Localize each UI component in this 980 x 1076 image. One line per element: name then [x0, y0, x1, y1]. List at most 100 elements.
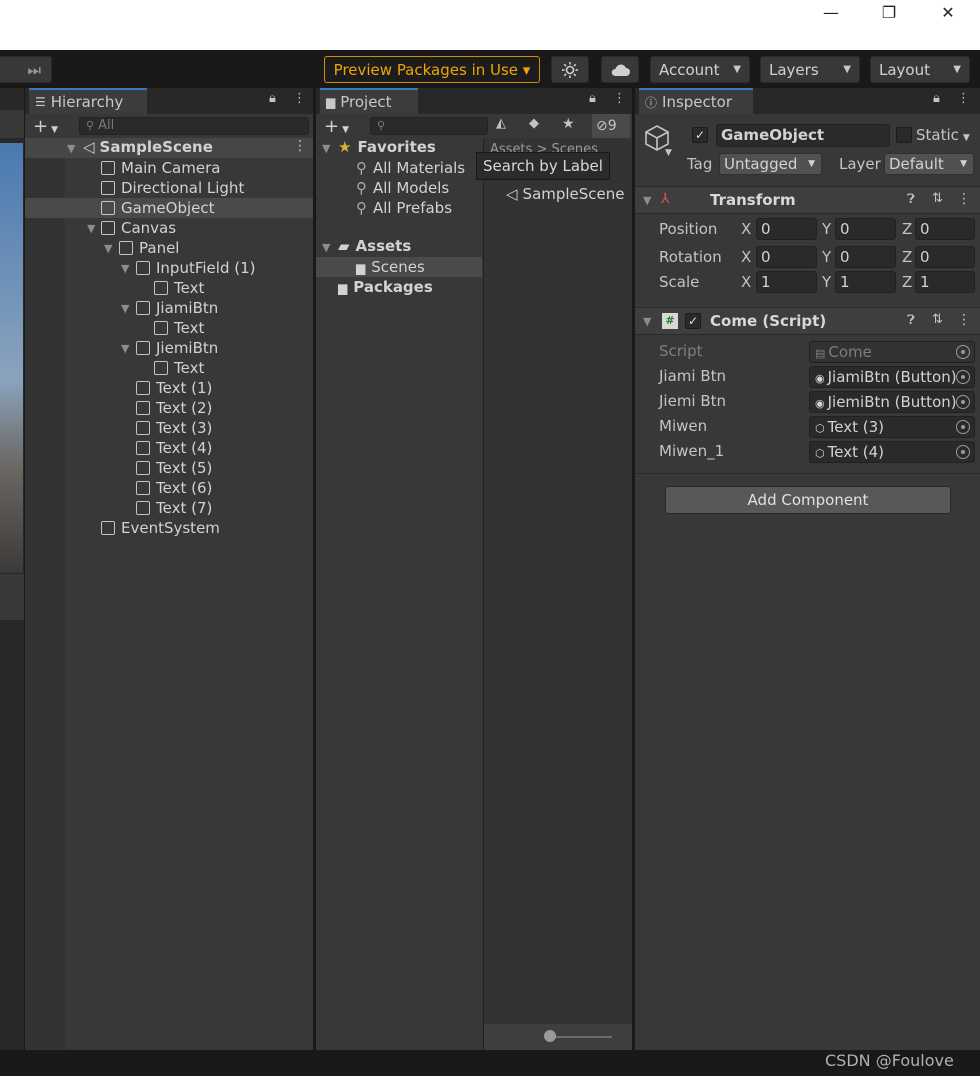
object-picker-icon[interactable] [956, 445, 970, 459]
project-search-input[interactable]: ⚲ [370, 117, 488, 135]
scene-node[interactable]: ◁ SampleScene [83, 137, 213, 157]
packages-folder[interactable]: ▆ Packages [338, 277, 433, 297]
scenes-folder[interactable]: ▆ Scenes [356, 257, 425, 277]
favorites-node[interactable]: ★ Favorites [338, 137, 436, 157]
lock-icon[interactable]: 🔒︎ [589, 91, 596, 106]
object-picker-icon[interactable] [956, 420, 970, 434]
scale-x-field[interactable]: 1 [756, 271, 817, 293]
add-component-button[interactable]: Add Component [665, 486, 951, 514]
expand-triangle[interactable]: ▼ [643, 194, 651, 207]
search-by-type-icon[interactable]: ◭ [496, 116, 520, 136]
rotation-y-field[interactable]: 0 [835, 246, 896, 268]
position-x-field[interactable]: 0 [756, 218, 817, 240]
static-dropdown[interactable]: Static ▼ [916, 125, 970, 148]
step-button[interactable]: ⏭ [0, 56, 52, 83]
object-picker-icon[interactable] [956, 370, 970, 384]
more-icon[interactable]: ⋮ [613, 91, 626, 106]
miwen-1-field[interactable]: ⬡ Text (4) [809, 441, 975, 463]
close-button[interactable]: ✕ [925, 0, 971, 24]
rotation-x-field[interactable]: 0 [756, 246, 817, 268]
layout-dropdown[interactable]: Layout ▼ [870, 56, 970, 83]
restore-button[interactable]: ❐ [866, 0, 912, 24]
services-icon[interactable] [551, 56, 589, 83]
scene-menu-icon[interactable]: ⋮ [293, 138, 307, 154]
presets-icon[interactable]: ⇅ [932, 312, 943, 327]
tree-node[interactable]: Text (6) [136, 478, 212, 498]
tree-node[interactable]: Text [154, 318, 204, 338]
miwen-field[interactable]: ⬡ Text (3) [809, 416, 975, 438]
tag-dropdown[interactable]: Untagged ▼ [719, 153, 822, 175]
tree-node[interactable]: Directional Light [101, 178, 244, 198]
expand-triangle[interactable]: ▼ [121, 342, 129, 355]
tree-node[interactable]: Text (7) [136, 498, 212, 518]
hierarchy-search-input[interactable]: ⚲ All [79, 117, 309, 135]
jiami-btn-field[interactable]: ◉ JiamiBtn (Button) [809, 366, 975, 388]
scale-z-field[interactable]: 1 [915, 271, 975, 293]
tab-inspector[interactable]: ⓘ Inspector [639, 88, 753, 114]
layer-dropdown[interactable]: Default ▼ [884, 153, 974, 175]
expand-triangle[interactable]: ▼ [87, 222, 95, 235]
object-name-field[interactable]: GameObject [716, 124, 890, 147]
expand-triangle[interactable]: ▼ [322, 142, 330, 155]
component-menu-icon[interactable]: ⋮ [957, 312, 971, 328]
tree-node[interactable]: Canvas [101, 218, 176, 238]
tree-node[interactable]: EventSystem [101, 518, 220, 538]
expand-triangle[interactable]: ▼ [67, 142, 75, 155]
rotation-z-field[interactable]: 0 [915, 246, 975, 268]
expand-triangle[interactable]: ▼ [121, 302, 129, 315]
favorite-item[interactable]: ⚲ All Models [356, 178, 449, 198]
tree-node[interactable]: Text (4) [136, 438, 212, 458]
favorite-item[interactable]: ⚲ All Prefabs [356, 198, 452, 218]
static-checkbox[interactable] [896, 127, 912, 143]
favorite-item[interactable]: ⚲ All Materials [356, 158, 465, 178]
component-menu-icon[interactable]: ⋮ [957, 191, 971, 207]
tree-node[interactable]: Text [154, 358, 204, 378]
help-icon[interactable]: ❓︎ [907, 192, 915, 207]
account-dropdown[interactable]: Account ▼ [650, 56, 750, 83]
create-button[interactable]: + ▼ [324, 116, 349, 137]
jiemi-btn-field[interactable]: ◉ JiemiBtn (Button) [809, 391, 975, 413]
expand-triangle[interactable]: ▼ [104, 242, 112, 255]
position-y-field[interactable]: 0 [835, 218, 896, 240]
transform-header[interactable]: ▼ ⅄ Transform ❓︎ ⇅ ⋮ [635, 186, 980, 214]
tree-node[interactable]: GameObject [101, 198, 215, 218]
tab-project[interactable]: ▆ Project [320, 88, 418, 114]
add-button[interactable]: + ▼ [33, 116, 58, 137]
object-picker-icon[interactable] [956, 395, 970, 409]
tree-node[interactable]: InputField (1) [136, 258, 255, 278]
presets-icon[interactable]: ⇅ [932, 191, 943, 206]
lock-icon[interactable]: 🔒︎ [933, 91, 940, 106]
layers-dropdown[interactable]: Layers ▼ [760, 56, 860, 83]
minimize-button[interactable]: — [808, 0, 854, 24]
zoom-slider-handle[interactable] [544, 1030, 556, 1042]
tree-node[interactable]: Text [154, 278, 204, 298]
tree-node[interactable]: Text (1) [136, 378, 212, 398]
hidden-packages-toggle[interactable]: ⊘9 [592, 114, 630, 138]
help-icon[interactable]: ❓︎ [907, 313, 915, 328]
tree-node[interactable]: Text (5) [136, 458, 212, 478]
expand-triangle[interactable]: ▼ [322, 241, 330, 254]
assets-folder[interactable]: ▰ Assets [338, 236, 411, 256]
tree-node[interactable]: JiamiBtn [136, 298, 218, 318]
search-by-label-icon[interactable]: ◆ [529, 116, 553, 136]
component-enabled-checkbox[interactable]: ✓ [685, 313, 701, 329]
icon-dropdown-caret[interactable]: ▼ [665, 148, 672, 158]
tree-node[interactable]: Text (3) [136, 418, 212, 438]
expand-triangle[interactable]: ▼ [643, 315, 651, 328]
more-icon[interactable]: ⋮ [957, 91, 970, 106]
position-z-field[interactable]: 0 [915, 218, 975, 240]
tree-node[interactable]: Main Camera [101, 158, 220, 178]
tree-node[interactable]: Panel [119, 238, 179, 258]
expand-triangle[interactable]: ▼ [121, 262, 129, 275]
favorites-star-icon[interactable]: ★ [562, 116, 586, 136]
cloud-icon[interactable] [601, 56, 639, 83]
tree-node[interactable]: JiemiBtn [136, 338, 218, 358]
more-icon[interactable]: ⋮ [293, 91, 306, 106]
tab-hierarchy[interactable]: ☰ Hierarchy [29, 88, 147, 114]
active-checkbox[interactable]: ✓ [692, 127, 708, 143]
asset-item-samplescene[interactable]: ◁ SampleScene [506, 184, 625, 204]
tree-node[interactable]: Text (2) [136, 398, 212, 418]
lock-icon[interactable]: 🔒︎ [269, 91, 276, 106]
script-component-header[interactable]: ▼ # ✓ Come (Script) ❓︎ ⇅ ⋮ [635, 307, 980, 335]
preview-packages-button[interactable]: Preview Packages in Use ▾ [324, 56, 540, 83]
